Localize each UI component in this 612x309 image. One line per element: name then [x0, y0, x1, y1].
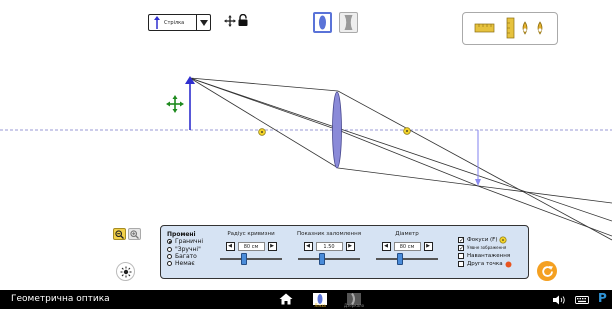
index-increase-button[interactable]: ▶: [345, 242, 355, 251]
app-title: Геометрична оптика: [11, 294, 110, 304]
radius-increase-button[interactable]: ▶: [267, 242, 277, 251]
concave-lens-icon: [344, 15, 353, 30]
radius-value: 80 см: [237, 242, 265, 251]
rays-title: Промені: [167, 231, 196, 238]
object-type-label: Стрілка: [164, 19, 185, 26]
measurement-toolbox: [462, 12, 558, 45]
tab-mirror[interactable]: Дзеркало: [339, 290, 369, 309]
zoom-out-icon: [115, 229, 124, 239]
zoom-in-icon: [130, 229, 139, 239]
lock-icon[interactable]: [238, 14, 248, 26]
radius-slider-track[interactable]: [220, 253, 282, 265]
index-slider-track[interactable]: [298, 253, 360, 265]
rays-group: Промені Граничні "Зручні" Багато Немає: [167, 231, 203, 267]
radio-selected: [167, 239, 172, 245]
radius-slider-thumb[interactable]: [240, 253, 247, 265]
sound-icon[interactable]: [553, 295, 567, 305]
diameter-decrease-button[interactable]: ◀: [381, 242, 391, 251]
rays-option-principal[interactable]: "Зручні": [167, 246, 203, 253]
checkbox-virtual-image[interactable]: ✓ Уявне зображення: [458, 244, 512, 252]
arrow-object-icon: [154, 15, 160, 29]
radius-control: Радіус кривизни ◀ 80 см ▶: [216, 231, 286, 265]
keyboard-icon[interactable]: [575, 296, 589, 304]
reset-icon: [541, 265, 553, 277]
checkbox-box[interactable]: [458, 253, 464, 259]
convex-lens: [332, 91, 342, 169]
zoom-in-button[interactable]: [128, 228, 141, 240]
phet-logo[interactable]: P: [598, 291, 607, 305]
concave-lens-button[interactable]: [339, 12, 358, 33]
navigation-bar: Геометрична оптика Лінза Дзеркало P: [0, 290, 612, 309]
index-decrease-button[interactable]: ◀: [303, 242, 313, 251]
focal-point-left: [258, 128, 266, 136]
radius-title: Радіус кривизни: [227, 231, 275, 237]
vertical-ruler-icon[interactable]: [506, 17, 515, 39]
index-control: Показник заломлення ◀ 1.50 ▶: [294, 231, 364, 265]
dropdown-arrow-icon[interactable]: [196, 15, 210, 30]
brightness-button[interactable]: [116, 262, 135, 281]
checkbox-focal-points[interactable]: ✓ Фокуси (F): [458, 236, 512, 244]
radius-decrease-button[interactable]: ◀: [225, 242, 235, 251]
light-probe-icon[interactable]: [522, 21, 528, 35]
reset-all-button[interactable]: [537, 261, 557, 281]
index-value: 1.50: [315, 242, 343, 251]
second-light-probe-icon[interactable]: [537, 21, 543, 35]
move-icon[interactable]: [224, 15, 236, 27]
checkbox-second-point[interactable]: Друга точка: [458, 260, 512, 268]
index-title: Показник заломлення: [296, 231, 362, 237]
ruler-icon[interactable]: [474, 23, 495, 33]
rays-option-many[interactable]: Багато: [167, 253, 203, 260]
options-checkboxes: ✓ Фокуси (F) ✓ Уявне зображення Навантажен…: [458, 236, 512, 268]
ray-center: [189, 77, 612, 222]
ray-marginal: [189, 77, 612, 237]
focal-point-icon: [499, 236, 508, 244]
convex-lens-icon: [319, 15, 326, 30]
sun-icon: [120, 266, 131, 277]
focal-point-right: [403, 127, 411, 135]
diameter-slider-track[interactable]: [376, 253, 438, 265]
checkbox-guides[interactable]: Навантаження: [458, 252, 512, 260]
move-handle-icon: [166, 95, 184, 113]
rays-option-marginal[interactable]: Граничні: [167, 238, 203, 245]
ray-parallel: [189, 77, 612, 241]
zoom-out-button[interactable]: [113, 228, 126, 240]
ray-focal: [189, 77, 612, 204]
object-type-select[interactable]: Стрілка: [148, 14, 211, 31]
diameter-increase-button[interactable]: ▶: [423, 242, 433, 251]
second-point-icon: [505, 261, 512, 267]
tab-lens[interactable]: Лінза: [305, 290, 335, 309]
index-slider-thumb[interactable]: [318, 253, 325, 265]
diameter-slider-thumb[interactable]: [396, 253, 403, 265]
diameter-title: Діаметр: [395, 231, 419, 237]
checkbox-box[interactable]: [458, 261, 464, 267]
checkbox-box[interactable]: ✓: [458, 245, 464, 252]
diameter-control: Діаметр ◀ 80 см ▶: [372, 231, 442, 265]
diameter-value: 80 см: [393, 242, 421, 251]
rays-option-none[interactable]: Немає: [167, 260, 203, 267]
convex-lens-button[interactable]: [313, 12, 332, 33]
control-panel: Промені Граничні "Зручні" Багато Немає Р…: [160, 225, 529, 279]
home-icon[interactable]: [279, 293, 293, 305]
checkbox-box[interactable]: ✓: [458, 237, 464, 244]
optics-scene: Стрілка Промені Граничні "Зручні" Багато…: [0, 0, 612, 290]
